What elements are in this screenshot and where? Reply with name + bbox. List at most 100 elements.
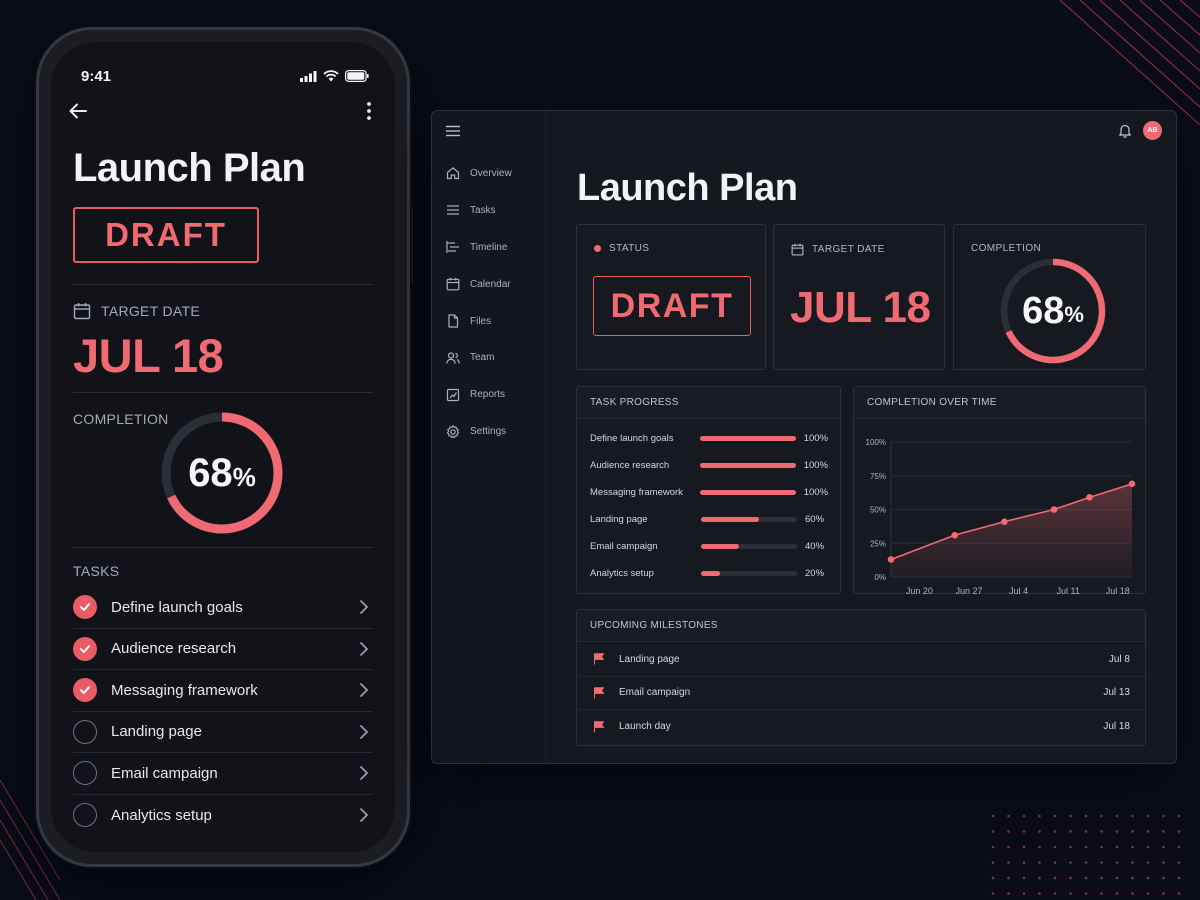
back-arrow-icon[interactable] xyxy=(67,100,89,122)
task-row[interactable]: Define launch goals xyxy=(73,587,373,629)
y-tick-label: 50% xyxy=(870,506,886,515)
avatar[interactable]: AB xyxy=(1143,121,1162,140)
chevron-right-icon xyxy=(360,766,369,781)
decorative-dot xyxy=(1022,845,1026,849)
decorative-dot xyxy=(1022,814,1026,818)
task-row[interactable]: Email campaign xyxy=(73,753,373,795)
task-list: Define launch goals Audience research Me… xyxy=(73,587,373,836)
data-point xyxy=(951,531,959,539)
completion-number: 68 xyxy=(1022,289,1065,332)
target-date-value: JUL 18 xyxy=(790,283,931,332)
more-options-icon[interactable] xyxy=(365,100,373,122)
decorative-dot xyxy=(1084,845,1088,849)
data-point xyxy=(1050,506,1058,513)
decorative-dot xyxy=(1084,814,1088,818)
decorative-dot xyxy=(1177,814,1181,818)
progress-fill xyxy=(701,543,740,549)
status-card: STATUS DRAFT xyxy=(576,224,766,370)
sidebar-item-label: Tasks xyxy=(470,204,496,216)
sidebar-item-timeline[interactable]: Timeline xyxy=(432,229,546,266)
decorative-dot xyxy=(1084,876,1088,880)
decorative-dot xyxy=(1084,830,1088,833)
milestone-row[interactable]: Email campaign Jul 13 xyxy=(577,677,1145,710)
task-progress-title: TASK PROGRESS xyxy=(577,387,840,419)
task-row[interactable]: Landing page xyxy=(73,712,373,753)
completion-label: COMPLETION xyxy=(73,411,169,427)
team-icon xyxy=(446,352,460,364)
flag-icon xyxy=(594,687,605,699)
decorative-dot xyxy=(1007,861,1010,864)
menu-icon[interactable] xyxy=(446,125,460,137)
completion-unit: % xyxy=(1064,302,1084,327)
bell-icon[interactable] xyxy=(1118,123,1132,138)
status-dot-icon xyxy=(594,245,601,252)
checked-icon[interactable] xyxy=(73,678,97,703)
milestones-panel: UPCOMING MILESTONES Landing page Jul 8 E… xyxy=(576,609,1146,746)
sidebar-item-team[interactable]: Team xyxy=(432,339,546,376)
decorative-dot xyxy=(1022,876,1026,880)
decorative-dot xyxy=(1162,845,1165,849)
timeline-icon xyxy=(446,241,459,254)
sidebar-item-calendar[interactable]: Calendar xyxy=(432,266,546,303)
phone-screen: 9:41 Launch Plan DRAFT TARGET DATE JUL 1… xyxy=(51,42,395,852)
completion-area xyxy=(891,483,1132,577)
milestone-row[interactable]: Launch day Jul 18 xyxy=(577,710,1145,744)
decorative-dot xyxy=(1100,861,1103,864)
status-bar: 9:41 xyxy=(51,68,395,88)
progress-fill xyxy=(700,489,796,495)
progress-value: 40% xyxy=(805,540,825,552)
task-row[interactable]: Analytics setup xyxy=(73,795,373,837)
gear-icon xyxy=(446,424,460,438)
decorative-dot xyxy=(1115,892,1119,895)
decorative-dot xyxy=(1177,830,1181,833)
milestone-name: Launch day xyxy=(619,721,671,733)
unchecked-circle-icon[interactable] xyxy=(73,719,97,744)
chevron-right-icon xyxy=(360,600,369,615)
checked-icon[interactable] xyxy=(73,595,97,620)
decorative-dot xyxy=(1007,830,1010,833)
target-date-label-text: TARGET DATE xyxy=(812,244,885,255)
milestone-name: Landing page xyxy=(619,653,680,665)
sidebar-item-tasks[interactable]: Tasks xyxy=(432,192,546,229)
task-progress-row: Landing page 60% xyxy=(590,512,828,526)
decorative-dot xyxy=(1131,845,1134,849)
task-row[interactable]: Audience research xyxy=(73,629,373,670)
task-progress-row: Messaging framework 100% xyxy=(590,485,828,499)
data-point xyxy=(1086,494,1093,501)
sidebar-item-label: Team xyxy=(470,352,495,364)
decorative-dot xyxy=(1053,845,1057,849)
divider xyxy=(73,392,373,393)
decorative-dot xyxy=(1022,861,1026,864)
progress-track xyxy=(700,435,796,441)
list-icon xyxy=(447,205,459,215)
decorative-dot xyxy=(1146,892,1150,895)
checkmark-icon xyxy=(80,686,90,695)
sidebar-item-files[interactable]: Files xyxy=(432,303,546,340)
checked-icon[interactable] xyxy=(73,636,97,661)
decorative-dot xyxy=(1100,892,1103,895)
task-progress-name: Landing page xyxy=(590,513,648,525)
decorative-dot xyxy=(1053,830,1057,833)
page-title: Launch Plan xyxy=(73,146,306,190)
sidebar-item-settings[interactable]: Settings xyxy=(432,413,546,450)
decorative-dot xyxy=(1146,845,1150,849)
sidebar-nav: Overview Tasks Timeline Calendar Files T… xyxy=(432,155,546,450)
milestone-row[interactable]: Landing page Jul 8 xyxy=(577,643,1145,677)
sidebar-item-reports[interactable]: Reports xyxy=(432,376,546,413)
x-tick-label: Jul 11 xyxy=(1057,586,1080,594)
home-icon xyxy=(446,167,460,180)
sidebar-item-label: Files xyxy=(470,315,492,327)
task-progress-row: Audience research 100% xyxy=(590,458,828,472)
decorative-dot xyxy=(1038,845,1041,849)
sidebar-item-label: Calendar xyxy=(470,278,511,290)
x-tick-label: Jul 18 xyxy=(1106,586,1130,594)
decorative-dot xyxy=(1007,814,1010,818)
target-date-value: JUL 18 xyxy=(73,329,224,382)
x-tick-label: Jul 4 xyxy=(1009,586,1028,594)
task-row[interactable]: Messaging framework xyxy=(73,670,373,712)
unchecked-circle-icon[interactable] xyxy=(73,761,97,786)
y-tick-label: 25% xyxy=(870,539,886,548)
decorative-dot xyxy=(1053,861,1057,864)
sidebar-item-overview[interactable]: Overview xyxy=(432,155,546,192)
unchecked-circle-icon[interactable] xyxy=(73,803,97,828)
